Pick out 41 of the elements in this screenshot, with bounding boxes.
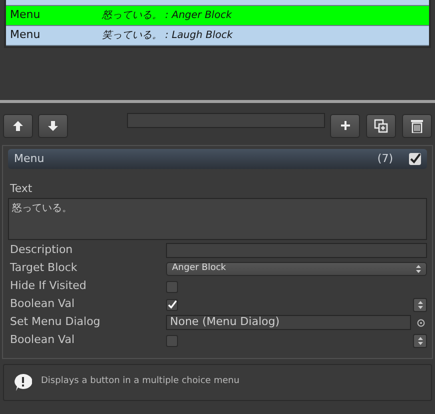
command-name: Menu bbox=[9, 27, 42, 44]
checkbox[interactable] bbox=[166, 298, 178, 310]
up-down-arrows-icon bbox=[418, 300, 422, 308]
command-name: Menu bbox=[9, 7, 42, 24]
property-label: Boolean Val bbox=[9, 296, 76, 312]
property-label: Target Block bbox=[9, 260, 78, 276]
property-label: Description bbox=[9, 242, 74, 258]
command-summary: 怒っている。 : Anger Block bbox=[102, 9, 232, 23]
command-summary: 笑っている。 : Laugh Block bbox=[102, 29, 233, 43]
checkbox[interactable] bbox=[166, 334, 178, 346]
text-field[interactable] bbox=[166, 243, 427, 258]
plus-icon bbox=[340, 121, 350, 130]
down-arrow-icon bbox=[46, 120, 59, 132]
enabled-checkbox[interactable] bbox=[409, 153, 421, 165]
command-count: (7) bbox=[377, 150, 393, 167]
up-down-arrows-icon bbox=[418, 336, 422, 344]
help-text: Displays a button in a multiple choice menu bbox=[41, 375, 240, 388]
property-label: Hide If Visited bbox=[9, 278, 88, 294]
up-arrow-button[interactable] bbox=[3, 114, 33, 138]
property-label: Boolean Val bbox=[9, 332, 76, 348]
dropdown[interactable]: Anger Block bbox=[166, 262, 427, 276]
command-row[interactable]: Menu 怒っている。 : Anger Block bbox=[6, 6, 429, 26]
trash-icon bbox=[411, 118, 423, 132]
spinner-button[interactable] bbox=[413, 334, 427, 348]
up-arrow-icon bbox=[12, 120, 24, 132]
checkbox[interactable] bbox=[166, 280, 178, 292]
text-label: Text bbox=[9, 181, 34, 197]
object-field[interactable]: None (Menu Dialog) bbox=[166, 315, 411, 330]
spinner-button[interactable] bbox=[413, 298, 427, 312]
delete-button[interactable] bbox=[402, 114, 432, 138]
property-label: Set Menu Dialog bbox=[9, 314, 102, 330]
text-area[interactable]: 怒っている。 bbox=[8, 198, 427, 240]
add-button[interactable] bbox=[330, 114, 360, 138]
down-arrow-button[interactable] bbox=[38, 114, 68, 138]
up-down-arrows-icon bbox=[416, 264, 421, 272]
target-icon[interactable] bbox=[417, 318, 425, 326]
duplicate-icon bbox=[374, 118, 388, 132]
exclamation-icon bbox=[14, 374, 32, 390]
command-title: Menu bbox=[14, 150, 44, 167]
search-field[interactable] bbox=[126, 113, 325, 128]
duplicate-button[interactable] bbox=[366, 114, 396, 138]
